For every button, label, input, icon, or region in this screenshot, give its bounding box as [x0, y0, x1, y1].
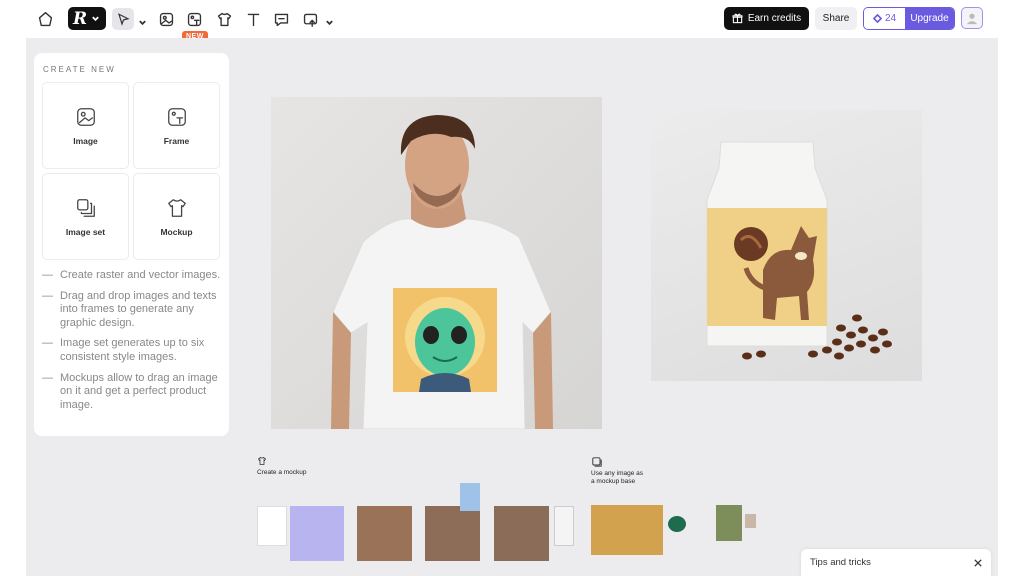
mockup-tool-button[interactable]	[213, 8, 235, 30]
chevron-down-icon	[92, 16, 99, 22]
chevron-down-icon[interactable]	[325, 14, 334, 26]
image-icon	[159, 12, 173, 26]
feature-tips-list: — Create raster and vector images. — Drag …	[42, 269, 221, 412]
home-shape-icon[interactable]	[34, 8, 56, 30]
comment-icon	[274, 13, 288, 26]
share-button[interactable]: Share	[815, 7, 857, 30]
credits-counter[interactable]: 24	[864, 8, 905, 29]
close-icon[interactable]	[974, 558, 982, 567]
card-label: Image	[73, 135, 98, 146]
frame-tool-button[interactable]	[183, 8, 205, 30]
gift-icon	[732, 13, 743, 24]
frame-icon	[187, 12, 201, 26]
upload-image-icon	[303, 13, 317, 27]
tip-item: — Drag and drop images and texts into fra…	[42, 289, 217, 329]
guide-thumbnail	[494, 506, 549, 561]
create-image-set-card[interactable]: Image set	[42, 173, 129, 260]
create-mockup-title: Create a mockup	[257, 469, 307, 476]
guide-thumbnail	[425, 506, 480, 561]
guide-thumbnail	[745, 514, 756, 528]
guide-thumbnail	[716, 505, 742, 541]
avatar[interactable]	[961, 7, 983, 29]
image-set-icon	[76, 198, 95, 217]
card-label: Frame	[163, 135, 190, 146]
tip-item: — Image set generates up to six consisten…	[42, 337, 205, 363]
image-set-icon	[592, 457, 602, 467]
earn-credits-label: Earn credits	[747, 13, 802, 24]
credits-value: 24	[884, 13, 897, 24]
tshirt-icon	[167, 198, 186, 217]
text-icon	[247, 13, 259, 26]
text-tool-button[interactable]	[242, 8, 264, 30]
tips-label: Tips and tricks	[810, 557, 871, 568]
select-tool-button[interactable]	[112, 8, 134, 30]
tips-and-tricks-panel[interactable]: Tips and tricks	[801, 549, 991, 576]
cursor-icon	[117, 12, 130, 26]
tip-item: — Mockups allow to drag an image on it an…	[42, 371, 218, 411]
guide-thumbnail	[591, 505, 663, 555]
tip-item: — Create raster and vector images.	[42, 269, 221, 281]
guide-thumbnail	[554, 506, 574, 546]
coffee-bag-mockup-image[interactable]	[651, 110, 922, 381]
credits-upgrade-group: 24 Upgrade	[863, 7, 955, 30]
top-toolbar: R NEW Earn credits Share 24 Upgrade	[0, 0, 1024, 43]
earn-credits-button[interactable]: Earn credits	[724, 7, 809, 30]
create-mockup-card[interactable]: Mockup	[133, 173, 220, 260]
frame-icon	[167, 107, 186, 126]
create-new-panel: CREATE NEW Image Frame Image set Mockup …	[34, 53, 229, 436]
chevron-down-icon[interactable]	[138, 14, 147, 26]
create-frame-card[interactable]: Frame	[133, 82, 220, 169]
guide-thumbnail	[257, 506, 287, 546]
tshirt-icon	[217, 12, 231, 26]
create-image-card[interactable]: Image	[42, 82, 129, 169]
image-icon	[76, 107, 95, 126]
panel-title: CREATE NEW	[43, 65, 116, 74]
diamond-icon	[872, 14, 882, 23]
mockup-base-title: Use any image as a mockup base	[591, 470, 644, 485]
tshirt-mockup-image[interactable]	[271, 97, 602, 430]
guide-thumbnail	[290, 506, 344, 561]
guide-thumbnail	[460, 483, 480, 511]
card-label: Image set	[65, 226, 106, 237]
image-tool-button[interactable]	[155, 8, 177, 30]
workspace-menu-button[interactable]: R	[68, 7, 106, 30]
tshirt-icon	[257, 457, 267, 465]
guide-thumbnail	[668, 516, 686, 532]
comment-tool-button[interactable]	[270, 8, 292, 30]
upload-tool-button[interactable]	[299, 8, 321, 30]
logo-icon: R	[73, 8, 88, 29]
card-label: Mockup	[160, 226, 193, 237]
user-icon	[966, 13, 978, 25]
guide-thumbnail	[357, 506, 412, 561]
upgrade-button[interactable]: Upgrade	[905, 8, 954, 29]
